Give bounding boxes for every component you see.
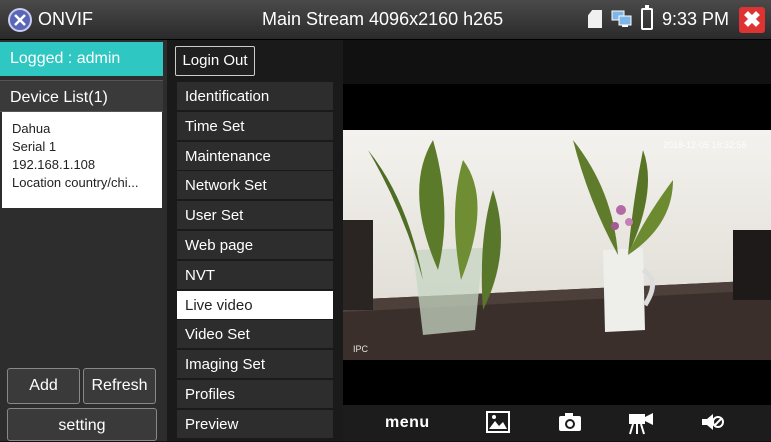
battery-icon	[641, 5, 653, 30]
device-name: Dahua	[12, 121, 51, 136]
menu-item-time-set[interactable]: Time Set	[177, 111, 333, 141]
menu-item-user-set[interactable]: User Set	[177, 201, 333, 231]
device-list-header: Device List(1)	[0, 80, 163, 112]
menu-item-profiles[interactable]: Profiles	[177, 380, 333, 409]
onvif-logo-icon	[8, 8, 32, 32]
add-button[interactable]: Add	[7, 368, 80, 404]
network-icon	[611, 10, 633, 28]
menu-item-live-video[interactable]: Live video	[177, 290, 333, 320]
app-name: ONVIF	[38, 9, 94, 29]
menu-item-imaging-set[interactable]: Imaging Set	[177, 350, 333, 380]
login-status: Logged : admin	[0, 42, 163, 76]
video-channel-label: IPC	[353, 344, 369, 354]
menu-item-maintenance[interactable]: Maintenance	[177, 141, 333, 171]
device-location: Location country/chi...	[12, 175, 139, 190]
device-list-item[interactable]: Dahua Serial 1 192.168.1.108 Location co…	[2, 112, 162, 208]
menu-button[interactable]: menu	[385, 414, 430, 438]
record-icon[interactable]	[628, 411, 656, 435]
clock: 9:33 PM	[662, 9, 730, 29]
menu-item-video-set[interactable]: Video Set	[177, 320, 333, 350]
menu-item-identification[interactable]: Identification	[177, 82, 333, 111]
camera-icon[interactable]	[558, 411, 582, 435]
menu-item-nvt[interactable]: NVT	[177, 260, 333, 290]
image-icon[interactable]	[486, 411, 510, 435]
menu-item-preview[interactable]: Preview	[177, 409, 333, 439]
stream-title: Main Stream 4096x2160 h265	[262, 9, 504, 29]
device-ip: 192.168.1.108	[12, 157, 96, 172]
mute-icon[interactable]	[700, 411, 726, 435]
setting-button[interactable]: setting	[7, 408, 157, 441]
device-serial: Serial 1	[12, 139, 57, 154]
close-button[interactable]: ✖	[739, 7, 765, 33]
menu-item-network-set[interactable]: Network Set	[177, 171, 333, 201]
login-out-button[interactable]: Login Out	[175, 46, 255, 76]
video-timestamp: 2018-12-05 18:32:56	[663, 140, 747, 150]
live-video-frame[interactable]: 2018-12-05 18:32:56 IPC	[343, 130, 771, 360]
menu-item-web-page[interactable]: Web page	[177, 231, 333, 260]
refresh-button[interactable]: Refresh	[83, 368, 156, 404]
